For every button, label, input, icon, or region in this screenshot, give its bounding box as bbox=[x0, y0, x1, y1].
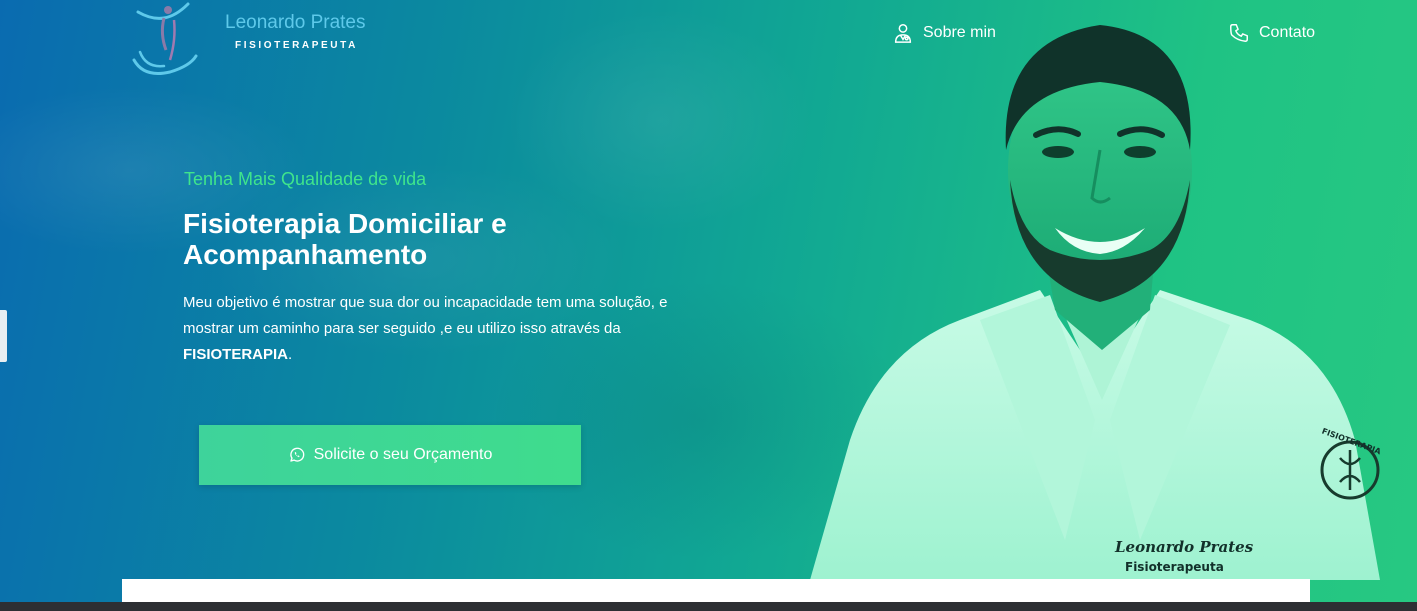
hero-section: Leonardo Prates FISIOTERAPEUTA Sobre min… bbox=[0, 0, 1417, 611]
description-text: Meu objetivo é mostrar que sua dor ou in… bbox=[183, 294, 668, 337]
hero-headline: Fisioterapia Domiciliar e Acompanhamento bbox=[183, 208, 507, 270]
logo-figure-icon bbox=[132, 2, 198, 75]
logo[interactable]: Leonardo Prates FISIOTERAPEUTA bbox=[130, 0, 390, 80]
logo-name: Leonardo Prates bbox=[225, 12, 366, 33]
coat-embroidery-title: Fisioterapeuta bbox=[1125, 560, 1224, 574]
request-quote-label: Solicite o seu Orçamento bbox=[313, 446, 493, 463]
coat-embroidery-name: Leonardo Prates bbox=[1114, 538, 1254, 556]
content-card-top bbox=[122, 579, 1310, 604]
description-end: . bbox=[288, 346, 293, 363]
whatsapp-icon bbox=[289, 447, 304, 462]
physiotherapist-photo: Leonardo Prates Fisioterapeuta FISIOTERA… bbox=[810, 25, 1383, 580]
request-quote-button[interactable]: Solicite o seu Orçamento bbox=[199, 425, 581, 485]
logo-subtitle: FISIOTERAPEUTA bbox=[235, 40, 358, 51]
bottom-bar bbox=[0, 602, 1417, 611]
description-highlight: FISIOTERAPIA bbox=[183, 346, 289, 363]
hero-tagline: Tenha Mais Qualidade de vida bbox=[184, 169, 427, 189]
side-tab[interactable] bbox=[0, 310, 7, 362]
hero-description: Meu objetivo é mostrar que sua dor ou in… bbox=[183, 290, 683, 368]
